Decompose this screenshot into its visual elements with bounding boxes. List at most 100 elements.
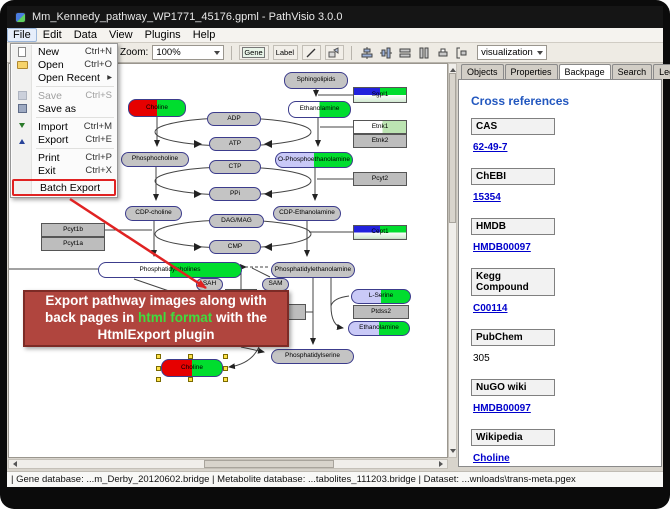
selection-handle[interactable]	[156, 377, 161, 382]
scroll-up-icon[interactable]	[450, 65, 456, 72]
title-bar: Mm_Kennedy_pathway_WP1771_45176.gpml - P…	[7, 6, 663, 28]
printer-icon	[437, 47, 449, 59]
tab-backpage[interactable]: Backpage	[559, 64, 611, 80]
section-header-kegg: Kegg Compound	[471, 268, 555, 296]
menu-item-print[interactable]: PrintCtrl+P	[12, 151, 116, 164]
node-phosphatidylserine[interactable]: Phosphatidylserine	[271, 349, 354, 364]
node-etnk2[interactable]: Etnk2	[353, 134, 407, 148]
distribute-rows-button[interactable]	[397, 45, 412, 60]
menu-item-save[interactable]: SaveCtrl+S	[12, 89, 116, 102]
shape-tool-button[interactable]	[325, 45, 344, 60]
label-tool-button[interactable]: Label	[273, 45, 298, 60]
menu-file[interactable]: File	[7, 28, 37, 42]
node-cdp-ethanolamine[interactable]: CDP-Ethanolamine	[273, 206, 341, 221]
align-center-horizontal-button[interactable]	[378, 45, 393, 60]
menu-plugins[interactable]: Plugins	[139, 28, 187, 42]
common-bounds-button[interactable]	[454, 45, 469, 60]
application-window: Mm_Kennedy_pathway_WP1771_45176.gpml - P…	[0, 0, 670, 509]
node-sgpl1[interactable]: Sgpl1	[353, 87, 407, 103]
kegg-link[interactable]: C00114	[473, 303, 507, 314]
menu-separator	[36, 148, 114, 149]
zoom-value: 100%	[156, 47, 180, 58]
node-o-phosphoethanolamine[interactable]: O-Phosphoethanolamine	[275, 152, 353, 168]
menu-item-open-recent[interactable]: Open Recent▸	[12, 71, 116, 84]
menu-item-save-as[interactable]: Save as	[12, 102, 116, 115]
node-ethanolamine-top[interactable]: Ethanolamine	[288, 101, 351, 118]
distribute-columns-button[interactable]	[416, 45, 431, 60]
align-center-vertical-button[interactable]	[359, 45, 374, 60]
menu-help[interactable]: Help	[187, 28, 222, 42]
selection-handle[interactable]	[223, 366, 228, 371]
line-icon	[305, 47, 317, 59]
gene-tool-button[interactable]: Gene	[239, 45, 268, 60]
node-pcyt1a[interactable]: Pcyt1a	[41, 237, 105, 251]
save-as-icon	[16, 103, 28, 114]
shape-icon	[328, 47, 340, 59]
selection-handle[interactable]	[188, 377, 193, 382]
selection-handle[interactable]	[188, 354, 193, 359]
zoom-label: Zoom:	[120, 47, 148, 58]
selection-handle[interactable]	[156, 366, 161, 371]
tab-properties[interactable]: Properties	[505, 64, 558, 79]
node-ptdss2[interactable]: Ptdss2	[353, 305, 409, 319]
hmdb-link[interactable]: HMDB00097	[473, 242, 531, 253]
selection-handle[interactable]	[156, 354, 161, 359]
section-header-hmdb: HMDB	[471, 218, 555, 235]
node-ethanolamine-bottom[interactable]: Ethanolamine	[348, 321, 410, 336]
zoom-combobox[interactable]: 100%	[152, 45, 224, 60]
node-ctp[interactable]: CTP	[209, 160, 261, 174]
horizontal-scroll-thumb[interactable]	[204, 460, 334, 468]
node-sphingolipids[interactable]: Sphingolipids	[284, 72, 348, 89]
node-l-serine[interactable]: L-Serine	[351, 289, 411, 304]
scroll-down-icon[interactable]	[450, 449, 456, 456]
wikipedia-link[interactable]: Choline	[473, 453, 510, 464]
chebi-link[interactable]: 15354	[473, 192, 501, 203]
menu-item-batch-export[interactable]: Batch Export	[12, 179, 116, 196]
vertical-scroll-thumb[interactable]	[449, 73, 456, 223]
node-etnk1[interactable]: Etnk1	[353, 120, 407, 134]
distribute-columns-icon	[418, 47, 430, 59]
node-choline-selected[interactable]: Choline	[161, 359, 223, 377]
visualization-combobox[interactable]: visualization	[477, 45, 547, 60]
node-phosphatidylethanolamine[interactable]: Phosphatidylethanolamine	[271, 262, 355, 278]
line-tool-button[interactable]	[302, 45, 321, 60]
tab-legend[interactable]: Legend	[653, 64, 670, 79]
tab-search[interactable]: Search	[612, 64, 653, 79]
node-cdp-choline[interactable]: CDP-choline	[125, 206, 182, 221]
menu-item-export[interactable]: ExportCtrl+E	[12, 133, 116, 146]
distribute-rows-icon	[399, 47, 411, 59]
open-folder-icon	[16, 59, 28, 70]
callout-text: Export pathway images along with back pa…	[33, 293, 279, 344]
menu-item-exit[interactable]: ExitCtrl+X	[12, 164, 116, 177]
scroll-left-icon[interactable]	[10, 461, 17, 467]
nugo-link[interactable]: HMDB00097	[473, 403, 531, 414]
node-dag-mag[interactable]: DAG/MAG	[209, 214, 264, 228]
cas-link[interactable]: 62-49-7	[473, 142, 507, 153]
selection-handle[interactable]	[223, 354, 228, 359]
node-choline-top[interactable]: Choline	[128, 99, 186, 117]
menu-item-import[interactable]: ImportCtrl+M	[12, 120, 116, 133]
hmdb-value: HMDB00097	[473, 242, 651, 253]
menu-view[interactable]: View	[103, 28, 139, 42]
print-button[interactable]	[435, 45, 450, 60]
menu-item-open[interactable]: OpenCtrl+O	[12, 58, 116, 71]
menu-item-new[interactable]: NewCtrl+N	[12, 45, 116, 58]
kegg-value: C00114	[473, 303, 651, 314]
node-atp[interactable]: ATP	[209, 137, 261, 151]
selection-handle[interactable]	[223, 377, 228, 382]
node-ppi[interactable]: PPi	[209, 187, 261, 201]
callout-highlight: html format	[138, 310, 212, 325]
node-phosphatidylcholines[interactable]: Phosphatidylcholines	[98, 262, 242, 278]
canvas-vertical-scrollbar[interactable]	[448, 63, 457, 458]
tab-objects[interactable]: Objects	[461, 64, 504, 79]
scroll-right-icon[interactable]	[439, 461, 446, 467]
canvas-horizontal-scrollbar[interactable]	[8, 459, 448, 469]
menu-edit[interactable]: Edit	[37, 28, 68, 42]
node-pcyt1b[interactable]: Pcyt1b	[41, 223, 105, 237]
node-adp[interactable]: ADP	[207, 112, 261, 126]
node-cept1[interactable]: Cept1	[353, 225, 407, 240]
node-cmp[interactable]: CMP	[209, 240, 261, 254]
menu-data[interactable]: Data	[68, 28, 103, 42]
node-phosphocholine[interactable]: Phosphocholine	[121, 152, 189, 167]
node-pcyt2[interactable]: Pcyt2	[353, 172, 407, 186]
